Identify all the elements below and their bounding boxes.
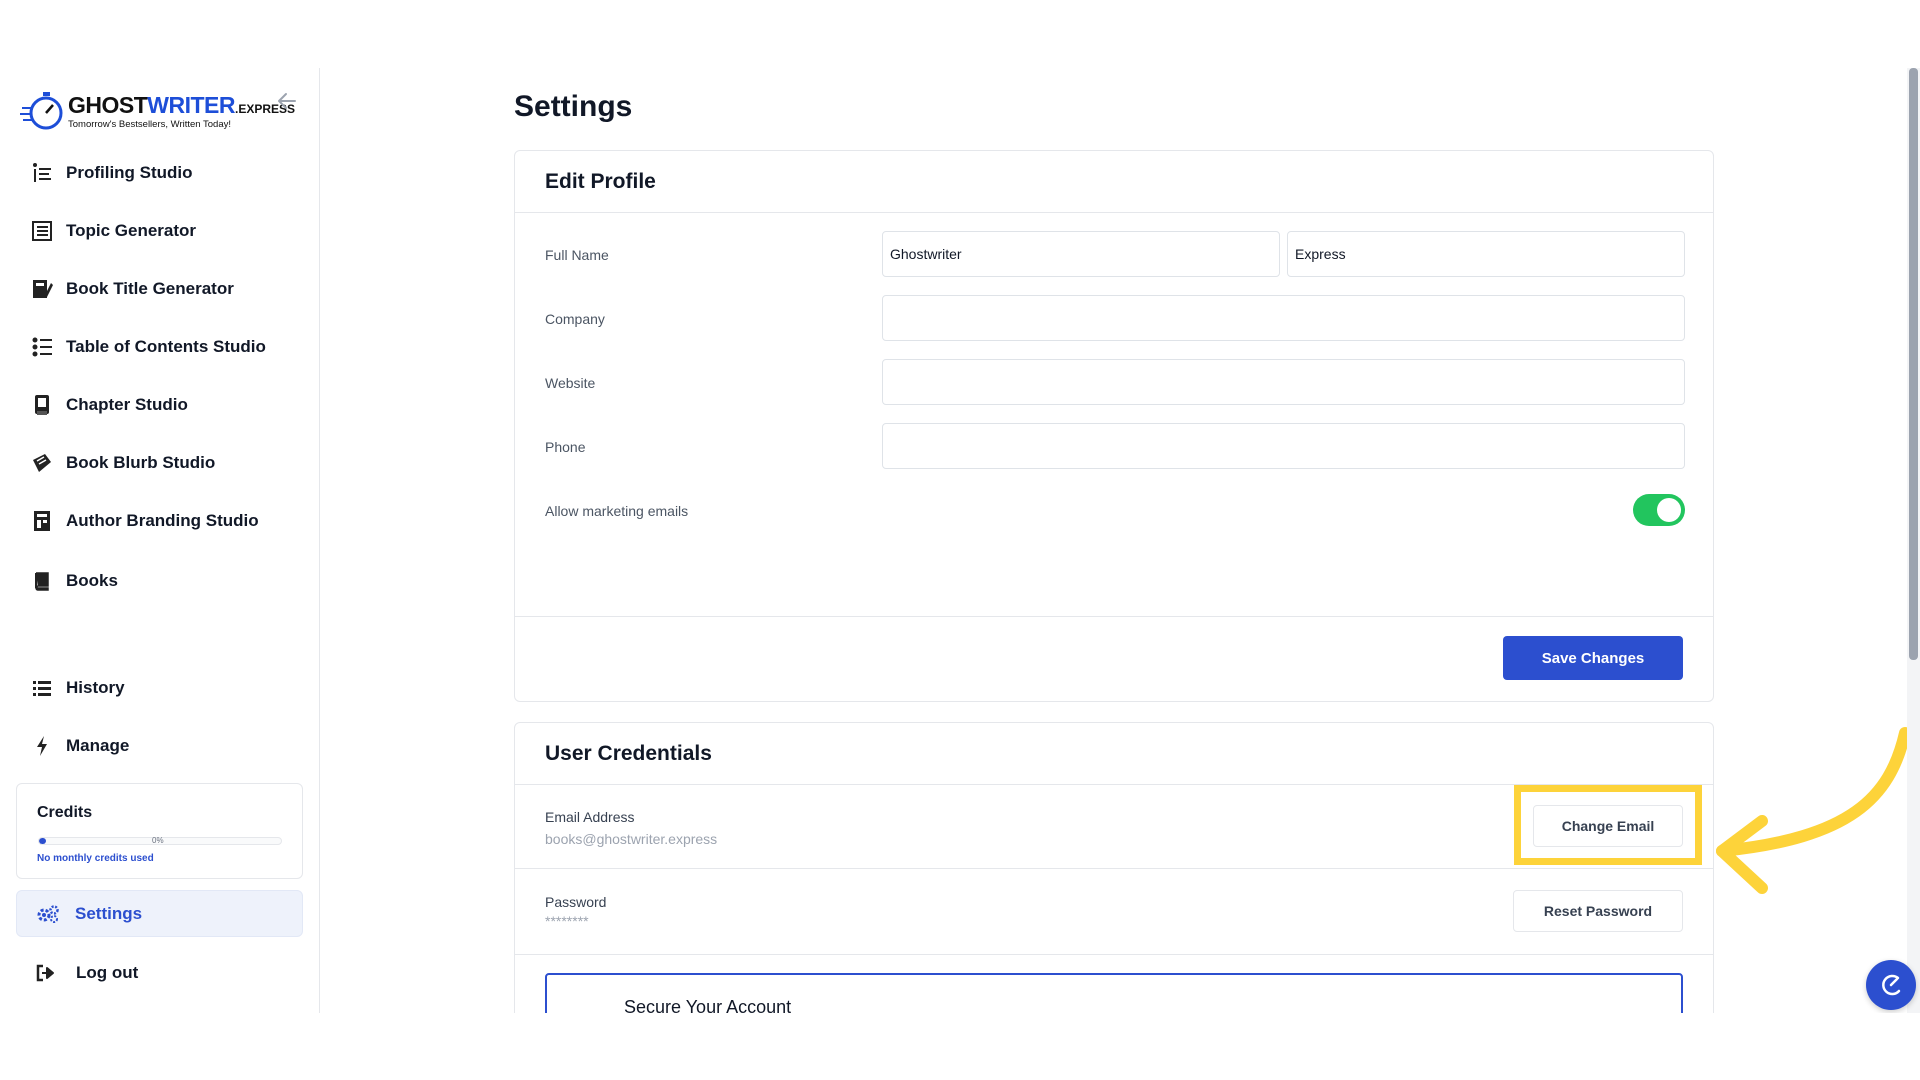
sidebar-item-label: History — [66, 678, 125, 697]
app-window: GHOSTWRITER.EXPRESS Tomorrow's Bestselle… — [0, 68, 1920, 1013]
credits-card: Credits 0% No monthly credits used — [16, 783, 303, 879]
sidebar-item-author-branding-studio[interactable]: Author Branding Studio — [30, 506, 259, 536]
marketing-emails-toggle[interactable] — [1633, 494, 1685, 526]
page-title: Settings — [514, 90, 633, 123]
title-icon — [30, 277, 54, 301]
help-chat-button[interactable] — [1866, 960, 1916, 1010]
brand-name-part2: WRITER — [147, 92, 235, 118]
reset-password-button[interactable]: Reset Password — [1513, 890, 1683, 932]
website-label: Website — [545, 375, 596, 391]
arrow-left-icon — [278, 93, 296, 109]
chapter-icon — [30, 393, 54, 417]
credits-progress-fill — [39, 838, 47, 844]
stopwatch-logo-icon — [20, 92, 63, 130]
toc-icon — [30, 335, 54, 359]
password-value: ******** — [545, 913, 589, 929]
topic-icon — [30, 219, 54, 243]
lightning-icon — [30, 734, 54, 758]
email-address-label: Email Address — [545, 809, 635, 825]
phone-label: Phone — [545, 439, 586, 455]
sidebar-item-label: Topic Generator — [66, 221, 197, 240]
sidebar-item-label: Author Branding Studio — [66, 511, 259, 530]
sidebar-item-chapter-studio[interactable]: Chapter Studio — [30, 390, 188, 420]
user-credentials-heading: User Credentials — [545, 742, 712, 765]
brand-name: GHOSTWRITER.EXPRESS — [68, 92, 295, 119]
sidebar-item-history[interactable]: History — [30, 673, 125, 703]
sidebar-item-profiling-studio[interactable]: Profiling Studio — [30, 158, 193, 188]
website-input[interactable] — [882, 359, 1685, 405]
credentials-divider — [515, 868, 1713, 869]
credits-note: No monthly credits used — [37, 853, 154, 864]
sidebar-item-label: Profiling Studio — [66, 163, 193, 182]
sidebar-item-books[interactable]: Books — [30, 566, 118, 596]
phone-input[interactable] — [882, 423, 1685, 469]
sidebar-item-table-of-contents-studio[interactable]: Table of Contents Studio — [30, 332, 266, 362]
highlight-annotation — [1514, 785, 1702, 865]
arrow-annotation-icon — [1716, 727, 1910, 894]
marketing-emails-label: Allow marketing emails — [545, 503, 689, 519]
user-credentials-card: User Credentials Email Address books@gho… — [514, 722, 1714, 1013]
sidebar-item-label: Manage — [66, 736, 130, 755]
app-root: GHOSTWRITER.EXPRESS Tomorrow's Bestselle… — [0, 0, 1920, 1080]
user-credentials-header: User Credentials — [515, 723, 1713, 785]
sidebar-item-label: Chapter Studio — [66, 395, 188, 414]
edit-profile-heading: Edit Profile — [545, 170, 656, 193]
last-name-input[interactable] — [1287, 231, 1685, 277]
credentials-divider — [515, 954, 1713, 955]
card-divider — [515, 616, 1713, 617]
sidebar-item-book-title-generator[interactable]: Book Title Generator — [30, 274, 234, 304]
password-label: Password — [545, 894, 607, 910]
sidebar-item-book-blurb-studio[interactable]: Book Blurb Studio — [30, 448, 215, 478]
credits-title: Credits — [37, 804, 93, 821]
sidebar-item-manage[interactable]: Manage — [30, 731, 129, 761]
page-scrollbar[interactable] — [1907, 68, 1920, 1013]
blurb-icon — [30, 451, 54, 475]
sidebar-item-label: Table of Contents Studio — [66, 337, 266, 356]
book-icon — [30, 569, 54, 593]
sidebar-item-label: Book Blurb Studio — [66, 453, 216, 472]
branding-icon — [30, 509, 54, 533]
collapse-sidebar-button[interactable] — [274, 88, 300, 114]
logout-label: Log out — [76, 963, 139, 982]
edit-profile-header: Edit Profile — [515, 151, 1713, 213]
full-name-label: Full Name — [545, 247, 609, 263]
sidebar-item-label: Settings — [75, 903, 143, 923]
sidebar-item-label: Book Title Generator — [66, 279, 234, 298]
profiling-icon — [30, 161, 54, 185]
list-icon — [30, 676, 54, 700]
sidebar-item-settings[interactable]: Settings — [16, 890, 303, 937]
sidebar: GHOSTWRITER.EXPRESS Tomorrow's Bestselle… — [0, 68, 320, 1013]
brand-logo[interactable]: GHOSTWRITER.EXPRESS Tomorrow's Bestselle… — [20, 86, 295, 134]
logout-icon — [36, 964, 54, 982]
gears-icon — [37, 904, 59, 923]
chat-widget-icon — [1882, 974, 1901, 996]
brand-name-part1: GHOST — [68, 92, 148, 118]
email-address-value: books@ghostwriter.express — [545, 831, 718, 847]
company-input[interactable] — [882, 295, 1685, 341]
first-name-input[interactable] — [882, 231, 1280, 277]
logout-button[interactable]: Log out — [36, 958, 138, 988]
toggle-knob — [1657, 498, 1681, 522]
brand-tagline: Tomorrow's Bestsellers, Written Today! — [68, 119, 232, 130]
company-label: Company — [545, 311, 605, 327]
secure-account-title: Secure Your Account — [624, 997, 792, 1013]
sidebar-item-label: Books — [66, 571, 118, 590]
sidebar-item-topic-generator[interactable]: Topic Generator — [30, 216, 196, 246]
secure-account-panel: Secure Your Account — [545, 973, 1683, 1013]
credits-percent: 0% — [152, 836, 164, 845]
save-changes-button[interactable]: Save Changes — [1503, 636, 1683, 680]
scrollbar-thumb[interactable] — [1909, 68, 1918, 660]
edit-profile-card: Edit Profile Full Name Company Website P… — [514, 150, 1714, 702]
